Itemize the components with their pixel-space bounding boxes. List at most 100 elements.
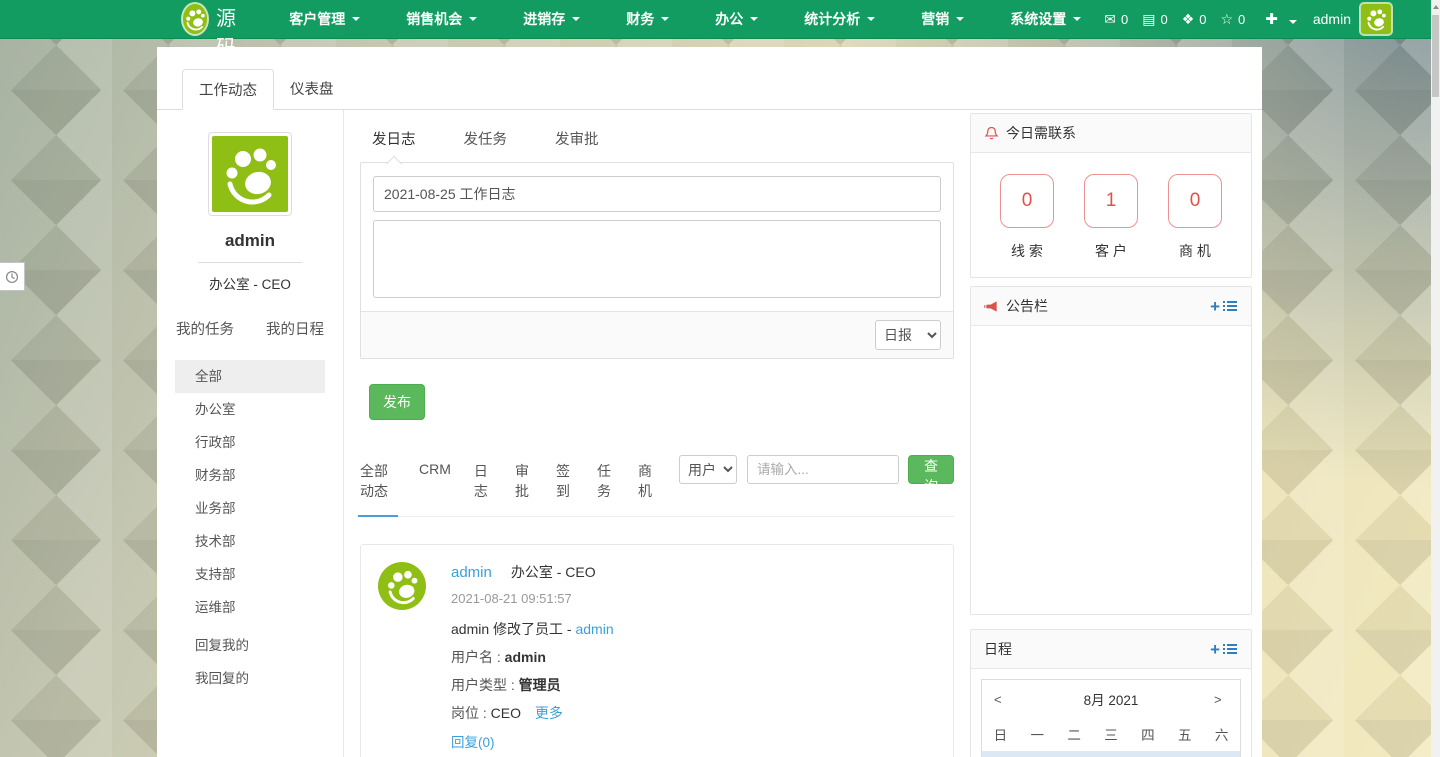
- publish-button[interactable]: 发布: [369, 384, 425, 420]
- filter-tab-opportunity[interactable]: 商机: [638, 455, 656, 516]
- customers-count[interactable]: 1: [1084, 174, 1138, 228]
- search-button[interactable]: 查询: [908, 455, 954, 484]
- my-tasks-link[interactable]: 我的任务: [176, 318, 234, 339]
- schedule-list-icon[interactable]: [1222, 642, 1238, 656]
- add-notice-icon[interactable]: +: [1210, 298, 1220, 315]
- filter-my-replies[interactable]: 我回复的: [175, 662, 325, 695]
- nav-menu-system-settings[interactable]: 系统设置: [987, 0, 1104, 39]
- log-content-textarea[interactable]: [373, 220, 941, 298]
- envelope-icon: ✉: [1104, 11, 1116, 28]
- user-avatar[interactable]: [1361, 4, 1391, 34]
- feed-item: admin 办公室 - CEO 2021-08-21 09:51:57 admi…: [360, 544, 954, 757]
- current-user-link[interactable]: admin: [1313, 11, 1351, 27]
- dept-item-tech-dept[interactable]: 技术部: [175, 525, 325, 558]
- feed-action-text: admin 修改了员工 -: [451, 621, 572, 637]
- leads-count[interactable]: 0: [1000, 174, 1054, 228]
- chevron-down-icon: [1073, 17, 1081, 21]
- inbox-counter[interactable]: ✉0: [1104, 11, 1128, 28]
- megaphone-icon: [984, 299, 999, 314]
- filter-tab-approval[interactable]: 审批: [515, 455, 533, 516]
- board-counter[interactable]: ▤0: [1142, 11, 1167, 28]
- nav-menu-statistics[interactable]: 统计分析: [781, 0, 898, 39]
- calendar-day[interactable]: 4: [1093, 751, 1130, 757]
- calendar-day[interactable]: 5: [1129, 751, 1166, 757]
- calendar-day[interactable]: 2: [1019, 751, 1056, 757]
- history-flyout-button[interactable]: [0, 262, 25, 291]
- calendar-day[interactable]: 3: [1056, 751, 1093, 757]
- nav-menu-customer-mgmt[interactable]: 客户管理: [266, 0, 383, 39]
- calendar-week-row: 1 2 3 4 5 6 7: [982, 751, 1240, 757]
- calendar-next-button[interactable]: >: [1214, 692, 1228, 707]
- filter-tab-crm[interactable]: CRM: [419, 455, 451, 516]
- filter-reply-to-me[interactable]: 回复我的: [175, 629, 325, 662]
- calendar-day[interactable]: 7: [1203, 751, 1240, 757]
- nav-menu-marketing[interactable]: 营销: [898, 0, 987, 39]
- filter-user-select[interactable]: 用户: [679, 455, 737, 484]
- opportunities-count[interactable]: 0: [1168, 174, 1222, 228]
- feed-avatar[interactable]: [378, 562, 426, 610]
- filter-tab-log[interactable]: 日志: [474, 455, 492, 516]
- composer-footer: 日报: [361, 311, 953, 358]
- log-type-select[interactable]: 日报: [875, 320, 941, 350]
- feed-timestamp: 2021-08-21 09:51:57: [451, 591, 936, 606]
- tab-dashboard[interactable]: 仪表盘: [274, 69, 350, 109]
- dept-item-ops-dept[interactable]: 运维部: [175, 591, 325, 624]
- weekday-label: 一: [1019, 717, 1056, 751]
- vertical-scrollbar[interactable]: [1431, 0, 1440, 757]
- star-counter[interactable]: ☆0: [1220, 11, 1245, 28]
- calendar-prev-button[interactable]: <: [994, 692, 1008, 707]
- stat-leads: 0 线 索: [1000, 174, 1054, 261]
- message-board-icon: ▤: [1142, 11, 1155, 28]
- composer-tab-log[interactable]: 发日志: [372, 128, 416, 153]
- opportunities-label: 商 机: [1168, 241, 1222, 261]
- feed-reply-link[interactable]: 回复(0): [451, 735, 495, 750]
- dept-item-support-dept[interactable]: 支持部: [175, 558, 325, 591]
- log-title-input[interactable]: [373, 176, 941, 212]
- nav-menu-inventory[interactable]: 进销存: [500, 0, 603, 39]
- add-schedule-icon[interactable]: +: [1210, 641, 1220, 658]
- stat-customers: 1 客 户: [1084, 174, 1138, 261]
- diamond-count: 0: [1199, 12, 1206, 27]
- calendar-day[interactable]: 6: [1166, 751, 1203, 757]
- nav-menu-office[interactable]: 办公: [692, 0, 781, 39]
- nav-menu-label: 进销存: [523, 9, 565, 29]
- feed-user-dept: 办公室 - CEO: [511, 562, 596, 582]
- customers-label: 客 户: [1084, 241, 1138, 261]
- notice-board-body: [971, 326, 1251, 614]
- composer-tab-task[interactable]: 发任务: [464, 128, 508, 153]
- nav-menu-label: 销售机会: [406, 9, 462, 29]
- dept-item-business-dept[interactable]: 业务部: [175, 492, 325, 525]
- my-schedule-link[interactable]: 我的日程: [266, 318, 324, 339]
- nav-menu-sales-opportunity[interactable]: 销售机会: [383, 0, 500, 39]
- profile-avatar[interactable]: [208, 132, 292, 216]
- nav-menu-finance[interactable]: 财务: [603, 0, 692, 39]
- filter-tab-checkin[interactable]: 签到: [556, 455, 574, 516]
- dept-item-admin-dept[interactable]: 行政部: [175, 426, 325, 459]
- weekday-label: 二: [1056, 717, 1093, 751]
- calendar-day[interactable]: 1: [982, 751, 1019, 757]
- feed-user-link[interactable]: admin: [451, 564, 492, 581]
- dept-item-all[interactable]: 全部: [175, 360, 325, 393]
- tab-work-feed[interactable]: 工作动态: [182, 69, 274, 110]
- dept-item-office[interactable]: 办公室: [175, 393, 325, 426]
- notice-list-icon[interactable]: [1222, 299, 1238, 313]
- composer-tab-approval[interactable]: 发审批: [555, 128, 599, 153]
- scroll-up-arrow[interactable]: [1431, 0, 1440, 13]
- weekday-label: 四: [1129, 717, 1166, 751]
- chevron-down-icon: [661, 17, 669, 21]
- dept-item-finance-dept[interactable]: 财务部: [175, 459, 325, 492]
- inbox-count: 0: [1121, 12, 1128, 27]
- quick-add-icon[interactable]: ✚: [1265, 10, 1278, 28]
- star-count: 0: [1238, 12, 1245, 27]
- contact-today-title: 今日需联系: [1006, 123, 1076, 143]
- brand[interactable]: 98源码: [183, 0, 246, 60]
- filter-tab-all[interactable]: 全部动态: [360, 455, 396, 516]
- quick-add-caret[interactable]: [1282, 11, 1297, 27]
- chevron-down-icon: [956, 17, 964, 21]
- filter-tab-task[interactable]: 任务: [597, 455, 615, 516]
- diamond-counter[interactable]: ❖0: [1182, 11, 1207, 28]
- filter-search-input[interactable]: [747, 455, 899, 484]
- feed-more-link[interactable]: 更多: [535, 705, 563, 721]
- feed-action-target-link[interactable]: admin: [575, 621, 613, 637]
- scrollbar-thumb[interactable]: [1432, 15, 1439, 97]
